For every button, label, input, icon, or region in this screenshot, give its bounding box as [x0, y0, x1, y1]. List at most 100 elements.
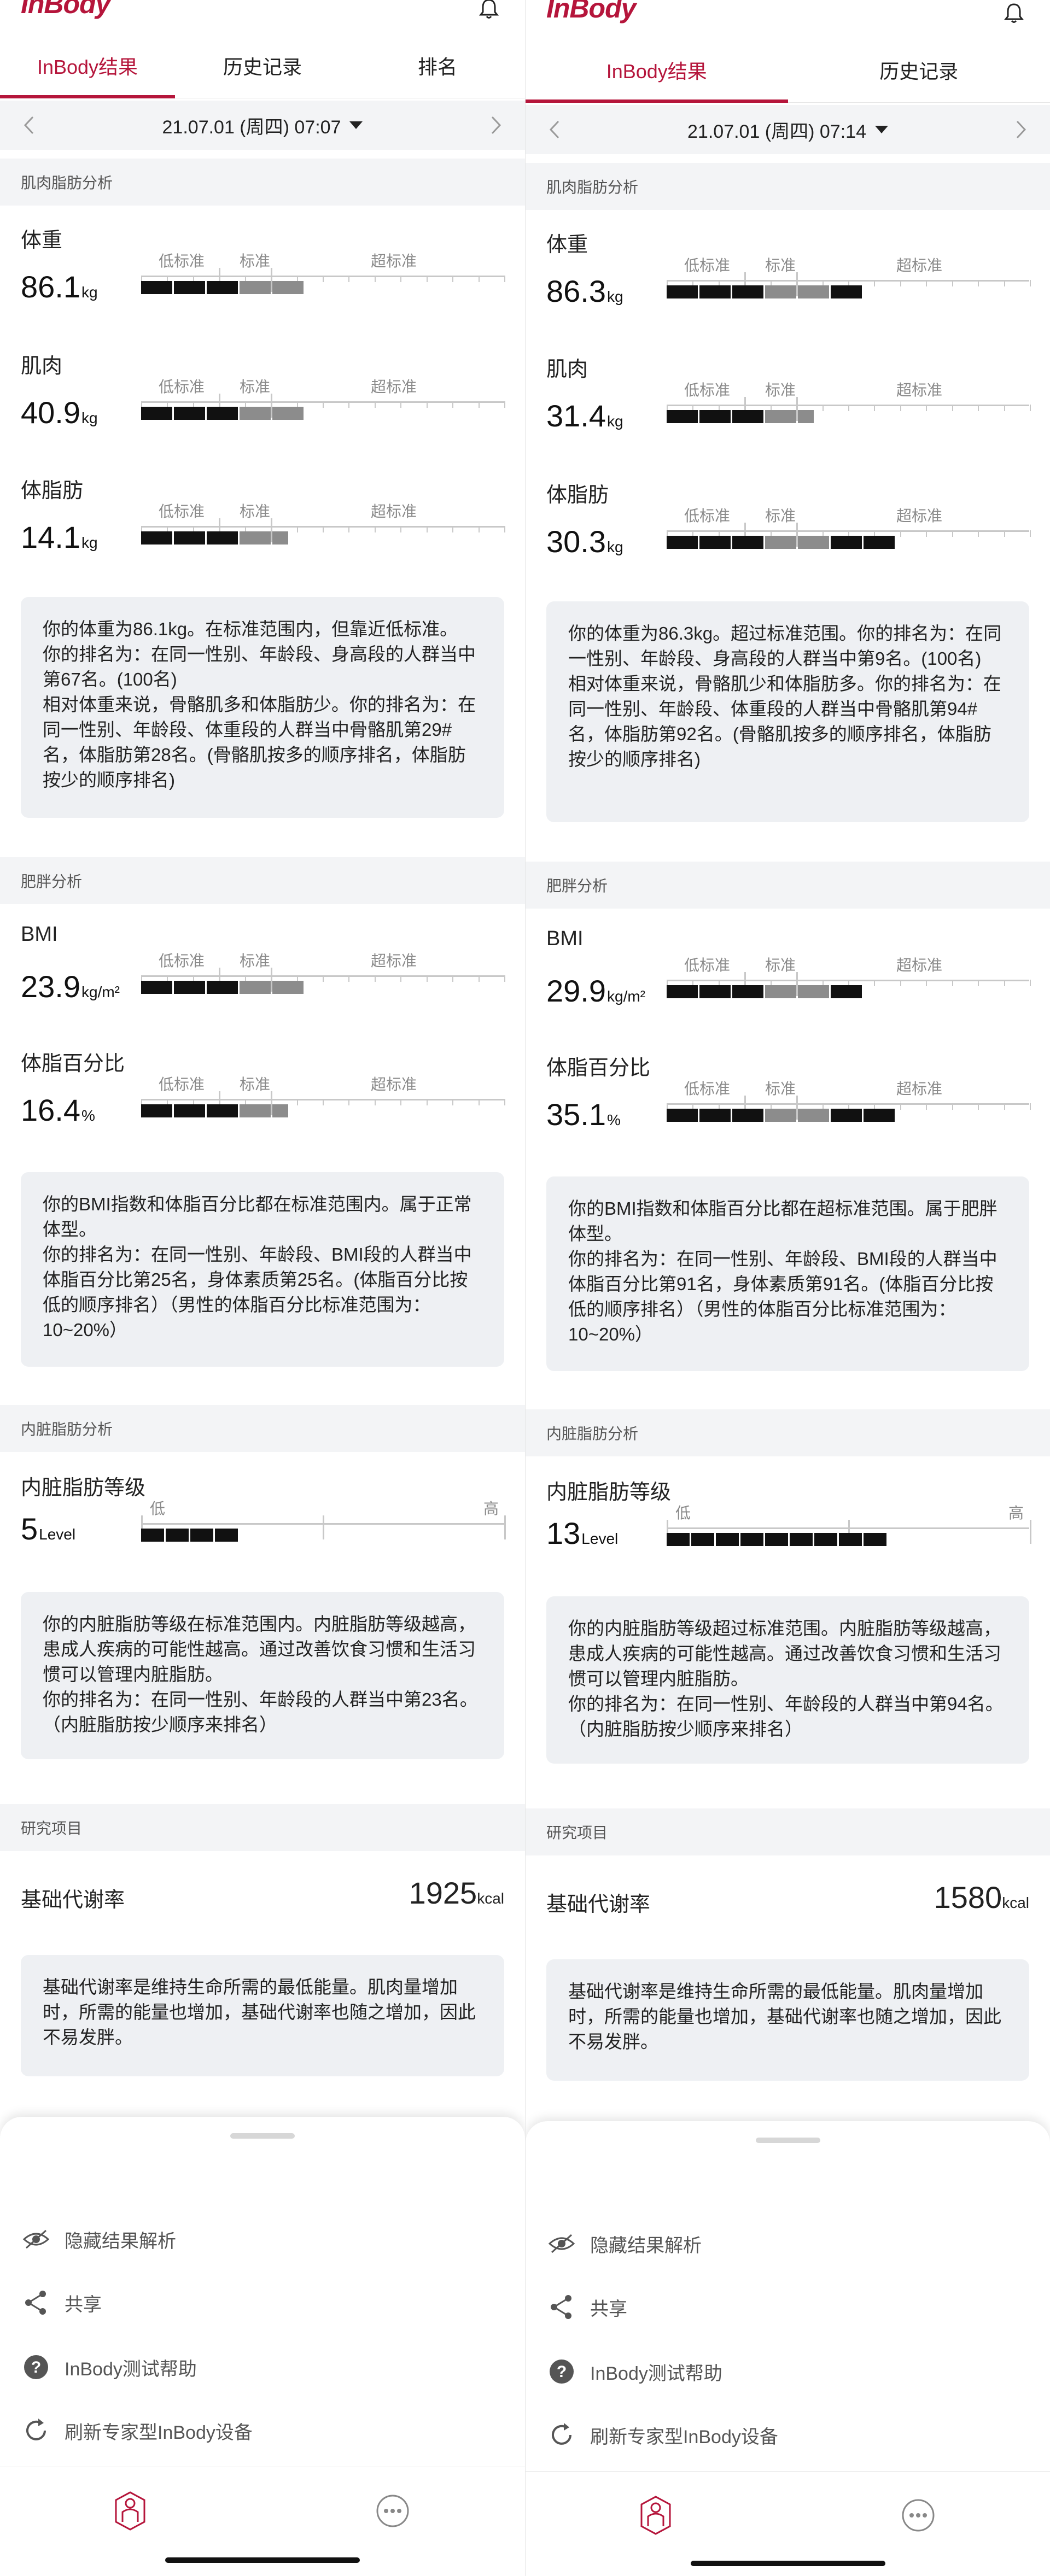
gauge-tick [926, 280, 927, 286]
menu-refresh-device[interactable]: 刷新专家型InBody设备 [21, 2403, 504, 2458]
gauge-tick [323, 526, 324, 532]
gauge-tick [978, 1103, 979, 1110]
zone-label-high: 高 [1008, 1504, 1024, 1521]
metric-muscle: 肌肉 31.4kg 低标准 标准 超标准 [526, 342, 1050, 462]
gauge-bar [141, 531, 290, 545]
gauge-tick [348, 1099, 349, 1105]
chevron-right-icon[interactable] [1007, 116, 1035, 143]
bar-segment-low [699, 410, 731, 423]
gauge-tick [479, 276, 480, 282]
gauge-tick [427, 975, 428, 982]
gauge-tick [926, 405, 927, 411]
body-composition-icon[interactable] [108, 2489, 152, 2533]
gauge-tick [1030, 405, 1031, 411]
bar-segment [215, 1529, 238, 1542]
range-gauge: 低标准 标准 超标准 [141, 496, 505, 557]
bar-segment-low [141, 1104, 172, 1117]
date-selector[interactable]: 21.07.01 (周四) 07:07 [0, 101, 525, 150]
metric-pbf: 体脂百分比 35.1% 低标准 标准 超标准 [526, 1041, 1050, 1161]
gauge-tick [900, 280, 901, 286]
gauge-tick [1004, 530, 1005, 537]
menu-refresh-device[interactable]: 刷新专家型InBody设备 [546, 2408, 1029, 2462]
bar-segment-low [207, 981, 238, 994]
visceral-description: 你的内脏脂肪等级超过标准范围。内脏脂肪等级越高，患成人疾病的可能性越高。通过改善… [546, 1596, 1029, 1764]
gauge-tick [978, 530, 979, 537]
bmr-value: 1925kcal [409, 1876, 504, 1910]
menu-help[interactable]: ? InBody测试帮助 [546, 2344, 1029, 2399]
menu-help[interactable]: ? InBody测试帮助 [21, 2340, 504, 2394]
tab-ranking[interactable]: 排名 [350, 33, 525, 98]
metric-value: 13Level [546, 1516, 619, 1550]
zone-label-low: 低标准 [159, 1076, 205, 1093]
inbody-logo: InBody [21, 0, 110, 19]
bell-icon[interactable] [478, 0, 500, 20]
gauge-bar [141, 981, 305, 994]
gauge-tick [427, 526, 428, 532]
gauge-tick [1030, 1520, 1031, 1544]
bar-segment-low [732, 1109, 763, 1122]
bar-segment-low [207, 407, 238, 420]
more-icon[interactable] [896, 2493, 940, 2537]
bar-segment-high [864, 536, 895, 549]
metric-label: 内脏脂肪等级 [21, 1477, 146, 1500]
menu-share[interactable]: 共享 [21, 2275, 504, 2330]
gauge-bar [667, 410, 815, 423]
menu-hide-analysis[interactable]: 隐藏结果解析 [21, 2212, 504, 2267]
gauge-tick [1004, 405, 1005, 411]
gauge-tick [874, 405, 875, 411]
bell-icon[interactable] [1003, 2, 1025, 24]
home-indicator[interactable] [165, 2557, 360, 2563]
chevron-left-icon[interactable] [15, 112, 43, 139]
gauge-tick [978, 405, 979, 411]
metric-label: 内脏脂肪等级 [546, 1481, 672, 1504]
tab-inbody-result[interactable]: InBody结果 [0, 33, 175, 98]
more-icon[interactable] [371, 2489, 415, 2533]
body-composition-icon[interactable] [634, 2493, 678, 2537]
section-header-visceral: 内脏脂肪分析 [526, 1409, 1050, 1456]
zone-label-low: 低标准 [159, 952, 205, 969]
gauge-tick [323, 401, 324, 408]
gauge-tick [323, 975, 324, 982]
gauge-tick [900, 1103, 901, 1110]
zone-label-low: 低标准 [684, 1080, 731, 1097]
zone-label-low: 低 [150, 1500, 166, 1517]
gauge-tick [874, 280, 875, 286]
bar-segment-low [732, 985, 763, 998]
gauge-tick [427, 276, 428, 282]
metric-value: 5Level [21, 1512, 76, 1546]
bar-segment-low [699, 1109, 731, 1122]
zone-label-normal: 标准 [765, 382, 796, 399]
zone-label-normal: 标准 [240, 253, 271, 270]
bar-segment-low [667, 1109, 698, 1122]
tab-history[interactable]: 历史记录 [175, 33, 350, 98]
menu-share[interactable]: 共享 [546, 2280, 1029, 2334]
gauge-tick [978, 280, 979, 286]
tab-inbody-result[interactable]: InBody结果 [526, 37, 788, 103]
zone-label-low: 低标准 [684, 957, 731, 974]
share-icon [551, 2295, 571, 2319]
metric-pbf: 体脂百分比 16.4% 低标准 标准 超标准 [0, 1037, 525, 1157]
bar-segment-low [667, 985, 698, 998]
sheet-drag-handle[interactable] [755, 2138, 820, 2143]
bar-segment-low [207, 1104, 238, 1117]
metric-bmi: BMI 23.9kg/m² 低标准 标准 超标准 [0, 913, 525, 1033]
metric-visceral: 内脏脂肪等级 13Level 低高 [526, 1465, 1050, 1585]
zone-label-low: 低标准 [159, 378, 205, 395]
bar-segment-normal [240, 281, 271, 294]
chevron-left-icon[interactable] [541, 116, 568, 143]
gauge-tick [952, 280, 953, 286]
bar-segment-low [732, 536, 763, 549]
menu-hide-analysis[interactable]: 隐藏结果解析 [546, 2216, 1029, 2271]
bar-segment-low [667, 536, 698, 549]
home-indicator[interactable] [690, 2561, 885, 2566]
metric-body-fat: 体脂肪 14.1kg 低标准 标准 超标准 [0, 464, 525, 584]
section-header-research: 研究项目 [526, 1808, 1050, 1855]
gauge-tick [452, 276, 453, 282]
range-gauge: 低标准 标准 超标准 [141, 246, 505, 306]
date-selector[interactable]: 21.07.01 (周四) 07:14 [526, 105, 1050, 154]
gauge-tick [479, 975, 480, 982]
chevron-right-icon[interactable] [482, 112, 510, 139]
tab-history[interactable]: 历史记录 [788, 37, 1050, 102]
metric-label: 体脂肪 [21, 479, 84, 502]
sheet-drag-handle[interactable] [230, 2133, 295, 2139]
